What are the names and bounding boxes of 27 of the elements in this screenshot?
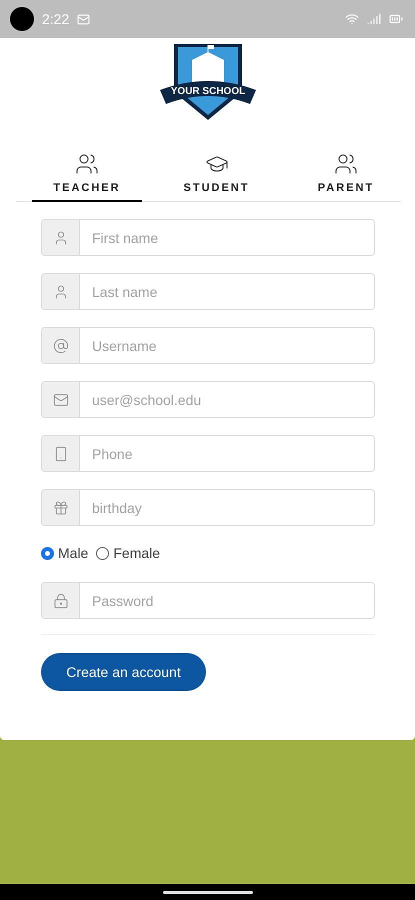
create-account-button[interactable]: Create an account bbox=[41, 653, 206, 691]
input-field[interactable]: birthday bbox=[41, 489, 375, 526]
lock-icon bbox=[52, 592, 68, 608]
status-time: 2:22 bbox=[42, 11, 70, 27]
role-tab[interactable]: STUDENT bbox=[158, 152, 275, 202]
users-icon bbox=[75, 152, 99, 176]
input-field[interactable]: Phone bbox=[41, 435, 375, 472]
wifi-icon bbox=[345, 12, 359, 26]
input-field[interactable]: Username bbox=[41, 327, 375, 364]
role-tab[interactable]: TEACHER bbox=[32, 152, 142, 202]
radio-button[interactable] bbox=[96, 546, 110, 560]
battery-icon bbox=[389, 12, 403, 26]
input-field[interactable]: Last name bbox=[41, 273, 375, 310]
envelope-icon bbox=[52, 392, 68, 408]
radio-label: Female bbox=[113, 545, 160, 561]
input-field[interactable]: user@school.edu bbox=[41, 381, 375, 418]
at-sign-icon bbox=[52, 338, 68, 354]
users-icon bbox=[334, 152, 358, 176]
gift-icon bbox=[52, 500, 68, 516]
radio-label: Male bbox=[58, 545, 88, 561]
radio-button[interactable] bbox=[41, 546, 54, 560]
camera-dot bbox=[10, 7, 34, 31]
signal-icon bbox=[367, 12, 381, 26]
input-field[interactable]: First name bbox=[41, 219, 375, 256]
input-field[interactable]: Password bbox=[41, 582, 375, 619]
role-tab[interactable]: PARENT bbox=[291, 152, 401, 202]
mail-icon bbox=[77, 12, 90, 26]
